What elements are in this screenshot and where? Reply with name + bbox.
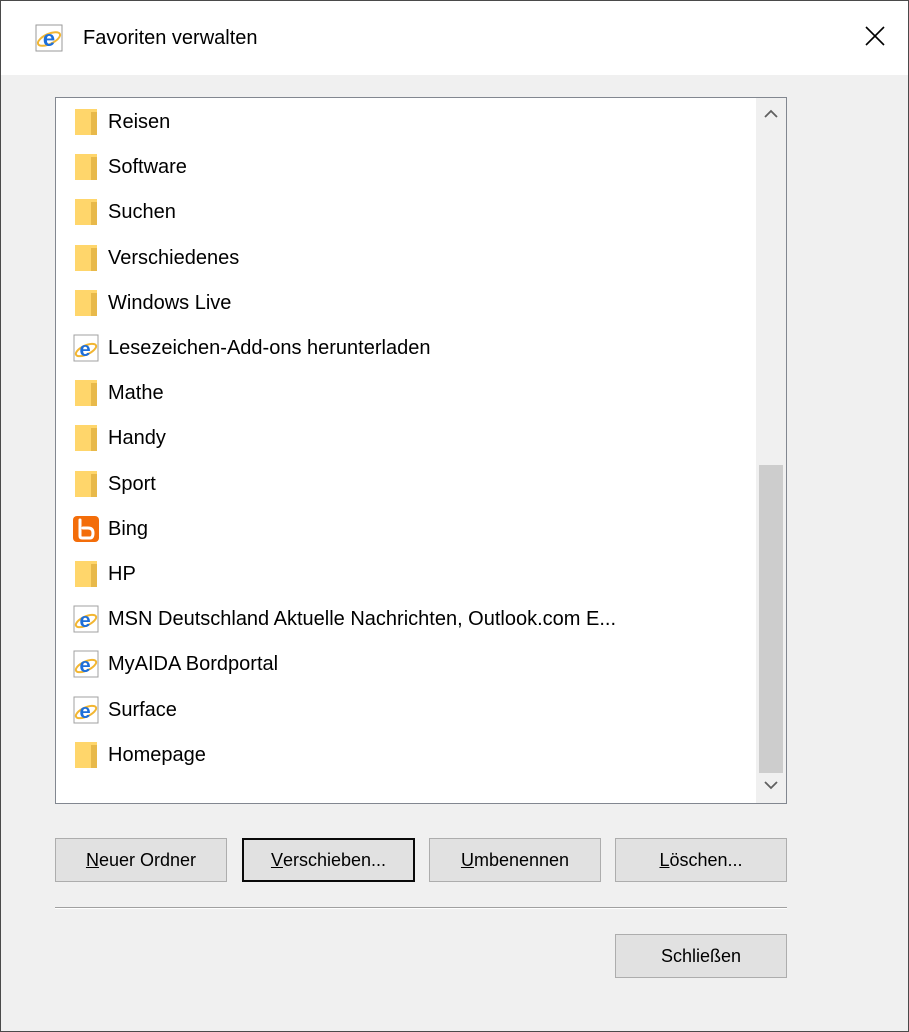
list-item-label: Verschiedenes bbox=[108, 246, 240, 269]
scroll-thumb[interactable] bbox=[759, 465, 783, 773]
new-folder-accel: N bbox=[85, 849, 99, 870]
ie-icon: e bbox=[72, 332, 100, 364]
move-accel: V bbox=[270, 849, 283, 870]
list-item[interactable]: Software bbox=[72, 147, 752, 187]
list-item[interactable]: Mathe bbox=[72, 373, 752, 413]
list-item-label: Homepage bbox=[108, 743, 206, 766]
folder-icon bbox=[72, 196, 100, 228]
rename-label: mbenennen bbox=[473, 849, 570, 870]
favorites-list-items: Reisen Software Suchen Verschiedenes Windows… bbox=[56, 98, 756, 803]
list-item[interactable]: Reisen bbox=[72, 102, 752, 142]
close-icon bbox=[863, 24, 887, 53]
favorites-list[interactable]: Reisen Software Suchen Verschiedenes Windows… bbox=[55, 97, 787, 804]
list-item-label: Handy bbox=[108, 427, 166, 450]
close-button[interactable] bbox=[855, 18, 895, 58]
delete-label: öschen... bbox=[669, 849, 743, 870]
folder-icon bbox=[72, 287, 100, 319]
folder-icon bbox=[72, 558, 100, 590]
list-item-label: MSN Deutschland Aktuelle Nachrichten, Ou… bbox=[108, 608, 617, 631]
list-item-label: Suchen bbox=[108, 201, 176, 224]
close-dialog-button[interactable]: Schließen bbox=[615, 934, 787, 978]
move-label: erschieben... bbox=[282, 849, 387, 870]
list-item[interactable]: Suchen bbox=[72, 192, 752, 232]
folder-icon bbox=[72, 242, 100, 274]
folder-icon bbox=[72, 377, 100, 409]
list-item[interactable]: HP bbox=[72, 554, 752, 594]
list-item-label: Surface bbox=[108, 698, 177, 721]
list-item-label: MyAIDA Bordportal bbox=[108, 653, 279, 676]
folder-icon bbox=[72, 422, 100, 454]
list-item[interactable]: e MSN Deutschland Aktuelle Nachrichten, O… bbox=[72, 599, 752, 639]
delete-accel: L bbox=[659, 849, 670, 870]
list-item-label: Sport bbox=[108, 472, 156, 495]
new-folder-button[interactable]: Neuer Ordner bbox=[55, 838, 227, 882]
list-item[interactable]: e Lesezeichen-Add-ons herunterladen bbox=[72, 328, 752, 368]
chevron-up-icon bbox=[764, 106, 778, 124]
list-item-label: Software bbox=[108, 156, 187, 179]
list-item[interactable]: Windows Live bbox=[72, 283, 752, 323]
list-item[interactable]: Sport bbox=[72, 464, 752, 504]
chevron-down-icon bbox=[764, 777, 778, 795]
list-item[interactable]: Homepage bbox=[72, 735, 752, 775]
list-item[interactable]: Bing bbox=[72, 509, 752, 549]
title-bar[interactable]: e Favoriten verwalten bbox=[1, 1, 908, 75]
list-item-label: Reisen bbox=[108, 111, 171, 133]
folder-icon bbox=[72, 739, 100, 771]
list-item[interactable]: Verschiedenes bbox=[72, 238, 752, 278]
list-item-label: Mathe bbox=[108, 382, 164, 405]
scroll-up-button[interactable] bbox=[756, 98, 786, 132]
svg-text:e: e bbox=[79, 701, 90, 723]
rename-button[interactable]: Umbenennen bbox=[429, 838, 601, 882]
separator bbox=[55, 907, 787, 909]
manage-favorites-dialog: e Favoriten verwalten Reisen Software Such… bbox=[0, 0, 909, 1032]
list-item[interactable]: e MyAIDA Bordportal bbox=[72, 644, 752, 684]
rename-accel: U bbox=[460, 849, 474, 870]
ie-icon: e bbox=[35, 24, 63, 52]
folder-icon bbox=[72, 151, 100, 183]
vertical-scrollbar[interactable] bbox=[756, 98, 786, 803]
list-item-label: Bing bbox=[108, 517, 149, 540]
svg-text:e: e bbox=[43, 26, 55, 51]
dialog-title: Favoriten verwalten bbox=[83, 27, 258, 49]
list-item[interactable]: e Surface bbox=[72, 690, 752, 730]
move-button[interactable]: Verschieben... bbox=[242, 838, 415, 882]
scroll-down-button[interactable] bbox=[756, 769, 786, 803]
list-item-label: Windows Live bbox=[108, 291, 232, 314]
delete-button[interactable]: Löschen... bbox=[615, 838, 787, 882]
ie-icon: e bbox=[72, 648, 100, 680]
folder-icon bbox=[72, 468, 100, 500]
ie-icon: e bbox=[72, 694, 100, 726]
ie-icon: e bbox=[72, 603, 100, 635]
bing-icon bbox=[72, 513, 100, 545]
new-folder-label: euer Ordner bbox=[98, 849, 197, 870]
svg-text:e: e bbox=[79, 655, 90, 677]
list-item-label: Lesezeichen-Add-ons herunterladen bbox=[108, 337, 431, 359]
folder-icon bbox=[72, 106, 100, 138]
svg-text:e: e bbox=[79, 339, 90, 361]
svg-text:e: e bbox=[79, 610, 90, 632]
list-item[interactable]: Handy bbox=[72, 418, 752, 458]
list-item-label: HP bbox=[108, 563, 136, 585]
